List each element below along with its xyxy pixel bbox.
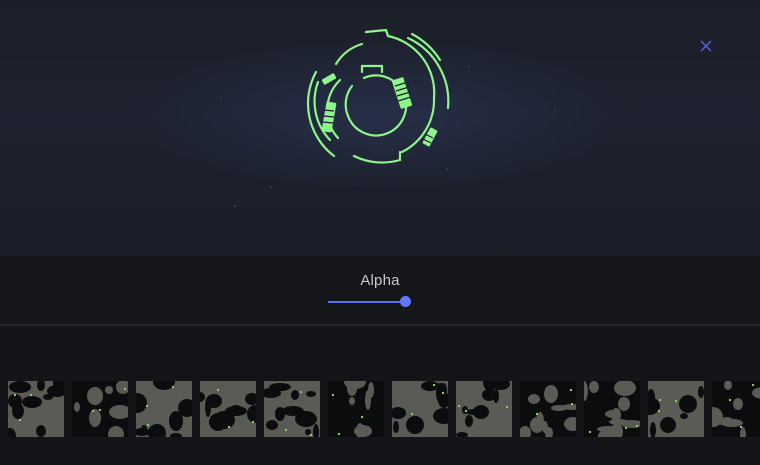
texture-thumbnail[interactable] — [195, 381, 263, 437]
texture-pattern — [4, 374, 67, 444]
texture-thumbnail[interactable] — [580, 380, 643, 443]
background-star — [270, 186, 272, 188]
radial-hud-logo-icon — [306, 28, 450, 164]
alpha-slider-thumb[interactable] — [400, 296, 411, 307]
texture-pattern — [127, 374, 196, 442]
alpha-slider[interactable] — [328, 296, 411, 308]
texture-thumbnail[interactable] — [127, 374, 196, 442]
texture-pattern — [456, 373, 512, 438]
texture-pattern — [703, 380, 760, 443]
controls-panel: Alpha — [0, 256, 760, 324]
texture-pattern — [519, 381, 582, 440]
texture-thumbnail[interactable] — [72, 380, 131, 442]
background-star — [220, 97, 222, 99]
texture-pattern — [72, 380, 131, 442]
texture-thumbnail[interactable] — [703, 380, 760, 443]
alpha-slider-label: Alpha — [360, 272, 400, 289]
preview-area — [0, 0, 760, 256]
texture-thumbnail[interactable] — [328, 375, 384, 439]
texture-pattern — [390, 381, 455, 437]
texture-thumbnail[interactable] — [390, 381, 455, 437]
texture-thumbnail[interactable] — [261, 381, 320, 440]
close-icon — [700, 40, 712, 52]
texture-pattern — [580, 380, 643, 443]
background-star — [554, 109, 556, 111]
background-star — [234, 205, 236, 207]
texture-thumbnail[interactable] — [519, 381, 582, 440]
texture-pattern — [195, 381, 263, 437]
texture-pattern — [328, 375, 384, 439]
texture-gallery — [0, 326, 760, 465]
close-button[interactable] — [697, 37, 715, 55]
texture-thumbnail[interactable] — [638, 381, 704, 438]
texture-thumbnail[interactable] — [456, 373, 512, 438]
background-star — [468, 66, 470, 68]
texture-pattern — [261, 381, 320, 440]
texture-thumbnail[interactable] — [4, 374, 67, 444]
texture-pattern — [638, 381, 704, 438]
alpha-slider-track — [328, 301, 406, 303]
